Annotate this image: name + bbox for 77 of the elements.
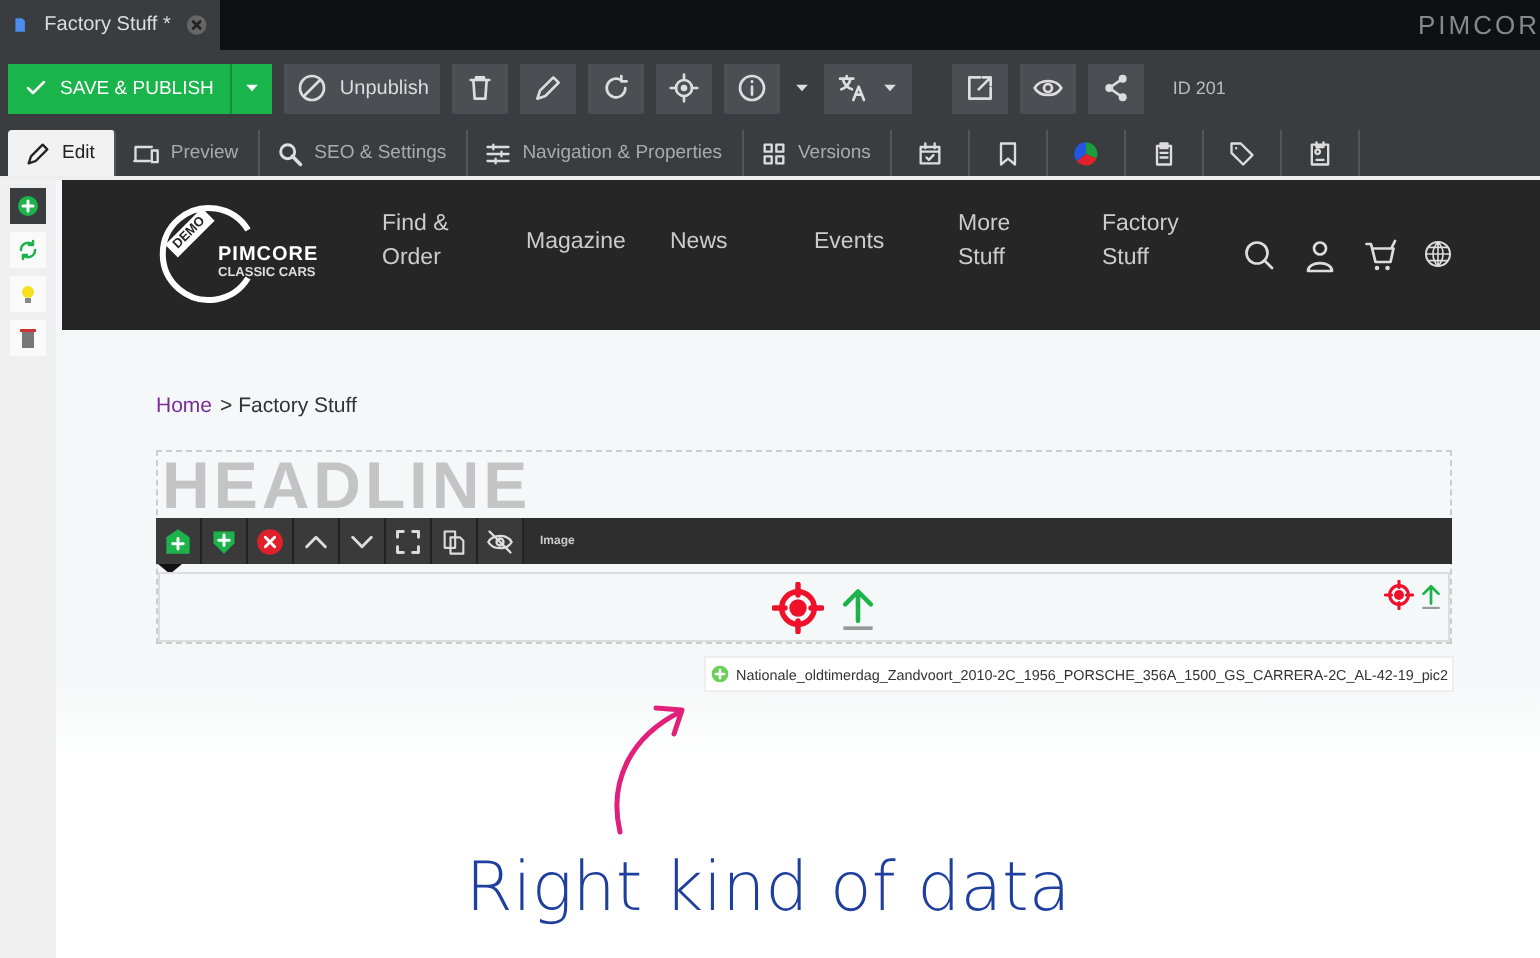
fullscreen-button[interactable] [386,518,432,564]
calendar-icon [916,139,945,167]
color-wheel-icon [1072,139,1101,167]
open-button[interactable] [952,63,1009,113]
editor-tab[interactable]: Preview [116,130,261,176]
editor-tab[interactable]: Versions [744,130,893,176]
plus-icon [710,664,730,684]
add-block-button[interactable] [156,518,202,564]
info-button[interactable] [724,63,781,113]
info-icon [736,72,769,104]
user-icon [1302,238,1338,274]
tag-icon [1228,139,1257,167]
hint-button[interactable] [10,276,46,312]
remove-button[interactable] [248,518,294,564]
target-button[interactable] [656,63,713,113]
refresh-icon [600,72,633,104]
editor-tab[interactable]: Edit [8,130,117,176]
lightbulb-icon [16,282,40,306]
document-icon [12,12,29,38]
nav-link[interactable]: Factory Stuff [1102,208,1194,276]
plus-icon [16,194,40,218]
pencil-icon [24,139,52,167]
close-icon [256,527,284,555]
nav-link[interactable]: More Stuff [958,208,1050,276]
move-down-button[interactable] [340,518,386,564]
plus-icon [164,527,192,555]
sliders-icon [484,139,513,167]
hide-button[interactable] [478,518,524,564]
trash-button[interactable] [452,63,509,113]
refresh-icon [16,238,40,262]
crosshair-icon [1384,580,1414,610]
insert-button[interactable] [202,518,248,564]
document-tab[interactable]: Factory Stuff * [0,0,220,50]
cart-icon [1362,238,1398,274]
translate-icon [836,72,869,104]
add-button[interactable] [10,188,46,224]
target-icon [668,72,701,104]
share-button[interactable] [1088,63,1145,113]
translate-button[interactable] [824,63,913,113]
nav-link[interactable]: Find & Order [382,208,450,276]
copy-button[interactable] [432,518,478,564]
search-icon [1242,238,1278,274]
expand-icon [394,527,422,555]
move-up-button[interactable] [294,518,340,564]
document-id: ID 201 [1172,78,1226,98]
caption: Right kind of data [465,848,1071,928]
grid-icon [760,139,788,167]
brand-logo: PIMCOR [1418,10,1540,40]
prohibited-icon [295,72,328,104]
editor-tab[interactable]: Navigation & Properties [468,130,744,176]
breadcrumb-text: > Factory Stuff [220,394,357,418]
editor-tab[interactable]: SEO & Settings [260,130,469,176]
search-icon [276,139,305,167]
close-icon [186,12,208,38]
trash-icon [16,326,40,350]
eye-off-icon [486,527,514,555]
copy-icon [440,527,468,555]
globe-icon [1422,238,1454,270]
pencil-button[interactable] [520,63,577,113]
shield-plus-icon [210,527,238,555]
refresh-button[interactable] [588,63,645,113]
breadcrumb-link[interactable]: Home [156,394,213,418]
trash-button[interactable] [10,320,46,356]
crosshair-icon [772,581,824,633]
nav-link[interactable]: News [670,208,762,276]
unpublish-button[interactable]: Unpublish [283,63,441,113]
pencil-icon [532,72,565,104]
badge-icon [1306,139,1335,167]
logo-name: PIMCORE [218,244,319,266]
check-icon [24,76,48,100]
external-link-icon [964,72,997,104]
upload-icon [1418,580,1444,612]
share-icon [1100,72,1133,104]
preview-button[interactable] [1020,63,1077,113]
toolbar-pointer [158,564,182,574]
nav-link[interactable]: Events [814,208,906,276]
tab-title: Factory Stuff * [44,14,171,36]
